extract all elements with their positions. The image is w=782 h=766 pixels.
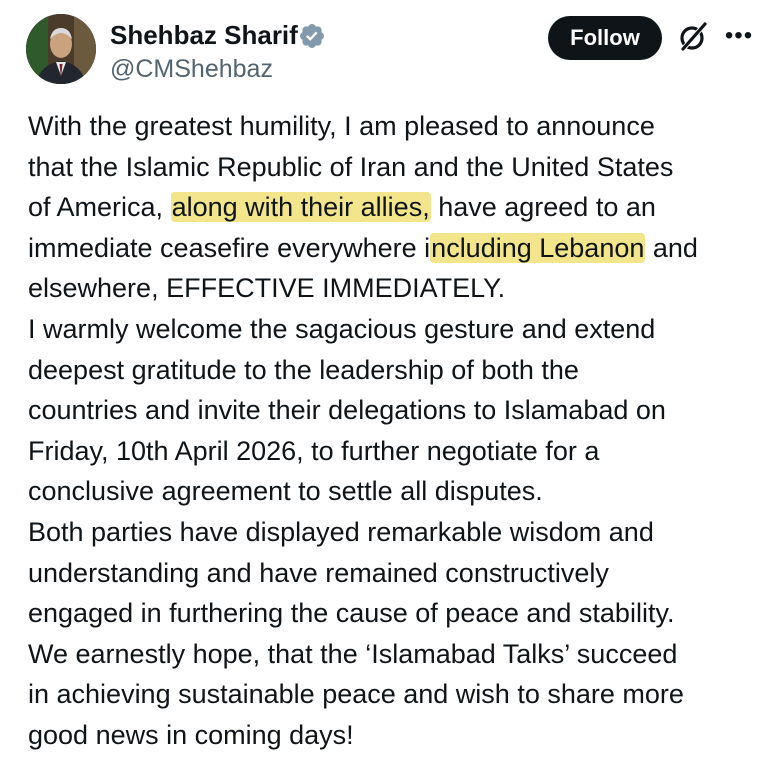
tweet-line: in achieving sustainable peace and wish … (28, 679, 684, 710)
more-options-icon[interactable]: ••• (722, 22, 756, 50)
tweet-line: of America, along with their allies, hav… (28, 187, 768, 228)
avatar[interactable] (26, 14, 96, 84)
highlighted-text: ncluding Lebanon (430, 232, 646, 263)
tweet-text-segment: have agreed to an (430, 192, 656, 223)
tweet-line: deepest gratitude to the leadership of b… (28, 354, 579, 385)
tweet-line: Friday, 10th April 2026, to further nego… (28, 435, 600, 466)
tweet-line: immediate ceasefire everywhere including… (28, 228, 768, 269)
verified-badge-icon (300, 24, 324, 48)
user-handle[interactable]: @CMShehbaz (110, 54, 273, 84)
tweet-line: countries and invite their delegations t… (28, 395, 666, 426)
tweet-line: elsewhere, EFFECTIVE IMMEDIATELY. (28, 273, 506, 304)
follow-button[interactable]: Follow (548, 16, 662, 60)
tweet-text-segment: immediate ceasefire everywhere i (28, 232, 431, 263)
tweet-text-segment: of America, (28, 192, 171, 223)
tweet-line: that the Islamic Republic of Iran and th… (28, 151, 674, 182)
tweet-line: conclusive agreement to settle all dispu… (28, 476, 543, 507)
display-name[interactable]: Shehbaz Sharif (110, 18, 298, 52)
grok-icon[interactable] (676, 20, 710, 54)
highlighted-text: along with their allies, (170, 192, 431, 223)
tweet-line: understanding and have remained construc… (28, 557, 609, 588)
tweet-line: With the greatest humility, I am pleased… (28, 111, 655, 141)
tweet-line: I warmly welcome the sagacious gesture a… (28, 313, 656, 344)
tweet-text: With the greatest humility, I am pleased… (28, 106, 768, 756)
tweet-line: Both parties have displayed remarkable w… (28, 516, 654, 547)
tweet-text-segment: and (645, 232, 698, 263)
tweet-line: We earnestly hope, that the ‘Islamabad T… (28, 638, 678, 669)
tweet-line: engaged in furthering the cause of peace… (28, 598, 675, 629)
tweet-line: good news in coming days! (28, 719, 354, 750)
avatar-photo (26, 14, 96, 84)
